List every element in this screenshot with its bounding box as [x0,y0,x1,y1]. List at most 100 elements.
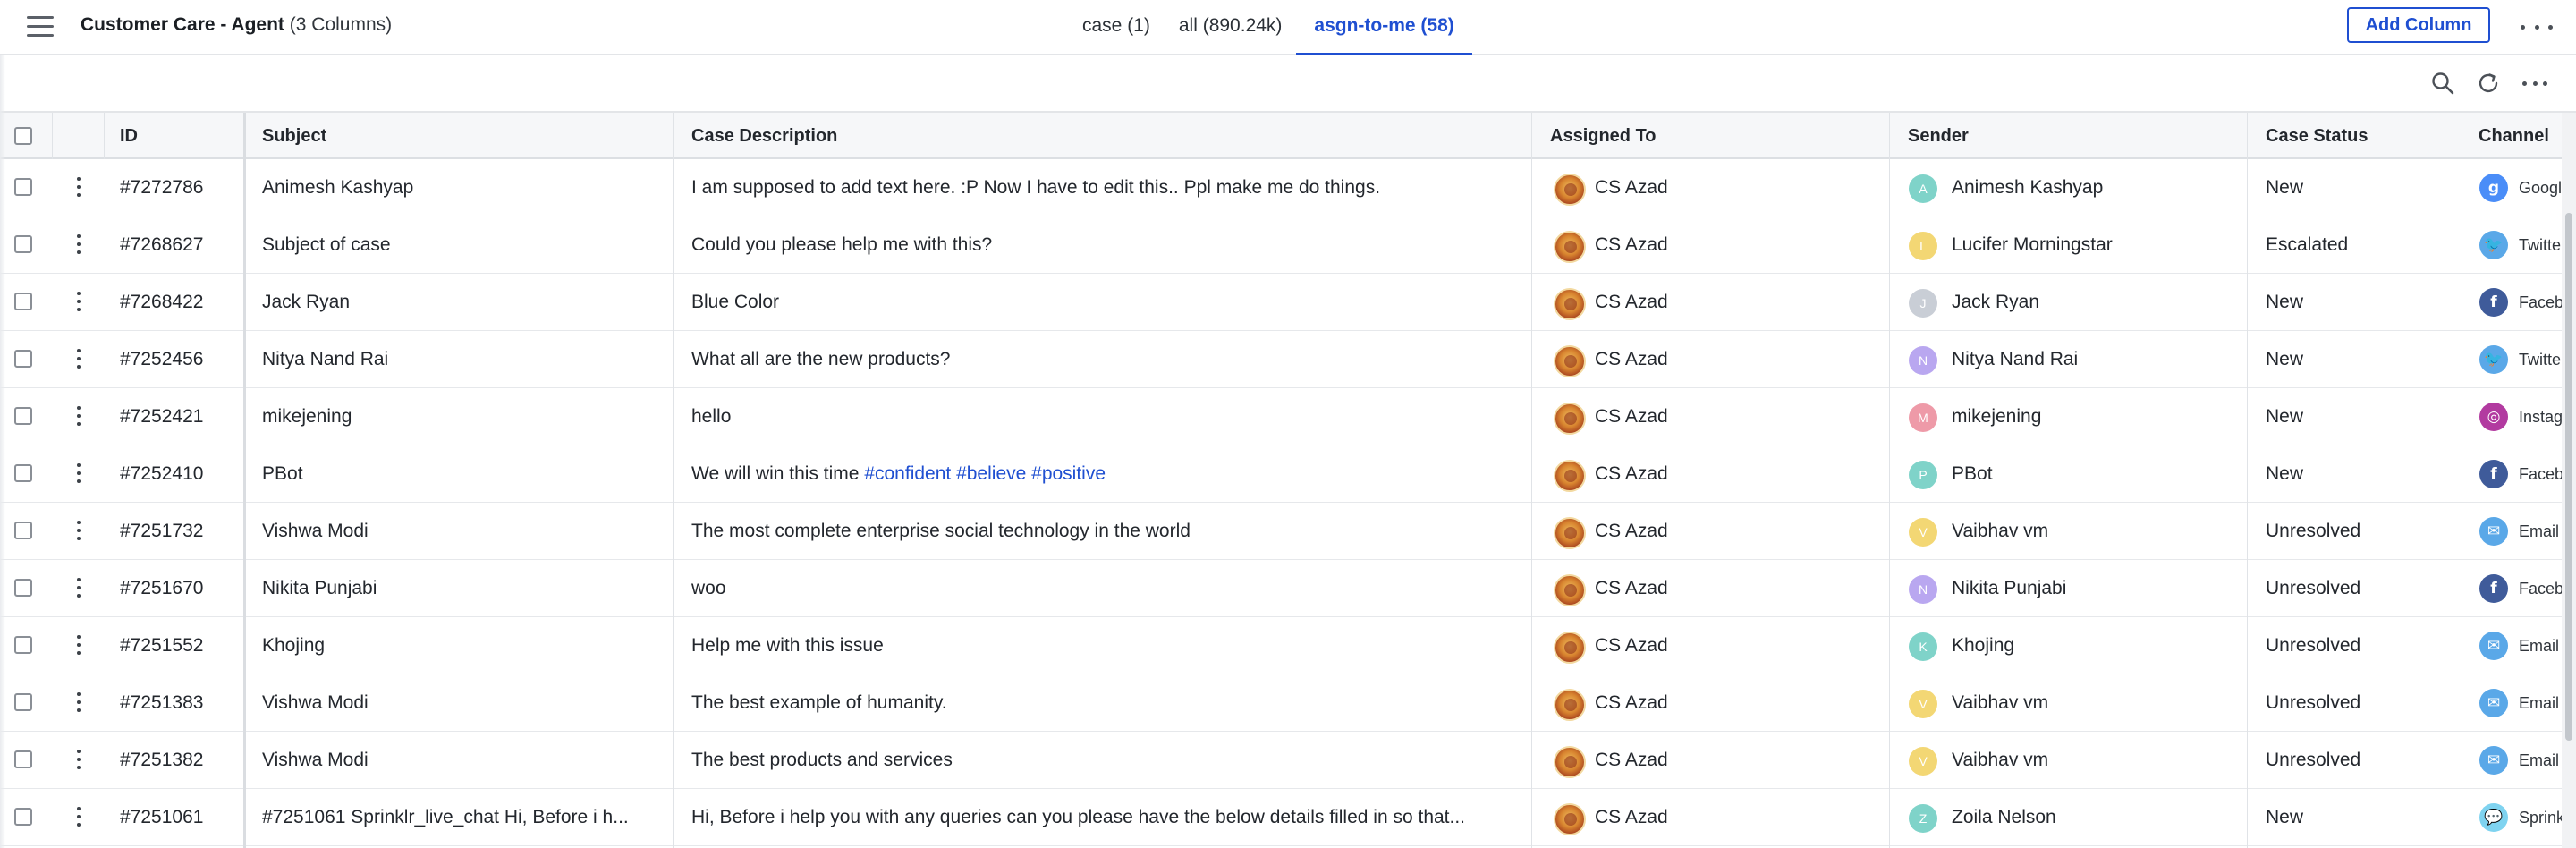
sender-name[interactable]: Vaibhav vm [1952,732,2238,789]
row-actions-icon[interactable] [75,234,82,258]
case-id[interactable]: #7251732 [120,503,236,560]
assigned-to[interactable]: CS Azad [1595,274,1881,331]
row-checkbox[interactable] [14,235,32,253]
row-checkbox[interactable] [14,693,32,711]
assigned-to[interactable]: CS Azad [1595,503,1881,560]
case-id[interactable]: #7268422 [120,274,236,331]
table-row[interactable]: #7251061 #7251061 Sprinklr_live_chat Hi, … [0,789,2576,846]
add-column-button[interactable]: Add Column [2347,7,2490,43]
sender-name[interactable]: Vaibhav vm [1952,674,2238,732]
tab-all[interactable]: all (890.24k) [1165,0,1297,55]
column-header-subject[interactable]: Subject [262,113,326,159]
case-description[interactable]: The best example of humanity. [691,674,1519,732]
row-checkbox[interactable] [14,636,32,654]
row-checkbox[interactable] [14,293,32,310]
case-description[interactable]: hello [691,388,1519,445]
case-subject[interactable]: Nikita Punjabi [262,560,665,617]
case-subject[interactable]: Jack Ryan [262,274,665,331]
case-subject[interactable]: Subject of case [262,216,665,274]
column-header-case-description[interactable]: Case Description [691,113,837,159]
sender-name[interactable]: Vaibhav vm [1952,503,2238,560]
case-subject[interactable]: Animesh Kashyap [262,159,665,216]
assigned-to[interactable]: CS Azad [1595,732,1881,789]
row-actions-icon[interactable] [75,578,82,601]
toolbar-more-icon[interactable] [2522,70,2547,97]
assigned-to[interactable]: CS Azad [1595,674,1881,732]
hamburger-menu-icon[interactable] [27,16,54,38]
table-row[interactable]: #7252456 Nitya Nand Rai What all are the n… [0,331,2576,388]
column-header-id[interactable]: ID [120,113,138,159]
sender-name[interactable]: Nikita Punjabi [1952,560,2238,617]
sender-name[interactable]: PBot [1952,445,2238,503]
case-id[interactable]: #7251670 [120,560,236,617]
case-id[interactable]: #7251382 [120,732,236,789]
table-row[interactable]: #7251670 Nikita Punjabi woo CS Azad N Nikita … [0,560,2576,617]
tab-asgn-to-me[interactable]: asgn-to-me (58) [1296,0,1472,55]
case-subject[interactable]: PBot [262,445,665,503]
refresh-icon[interactable] [2475,70,2502,97]
assigned-to[interactable]: CS Azad [1595,331,1881,388]
case-description[interactable]: We will win this time #confident #believ… [691,445,1519,503]
case-id[interactable]: #7252410 [120,445,236,503]
case-subject[interactable]: Vishwa Modi [262,674,665,732]
case-description[interactable]: I am supposed to add text here. :P Now I… [691,159,1519,216]
assigned-to[interactable]: CS Azad [1595,789,1881,846]
case-description[interactable]: The most complete enterprise social tech… [691,503,1519,560]
case-description[interactable]: Could you please help me with this? [691,216,1519,274]
sender-name[interactable]: Lucifer Morningstar [1952,216,2238,274]
sender-name[interactable]: Jack Ryan [1952,274,2238,331]
assigned-to[interactable]: CS Azad [1595,388,1881,445]
table-row[interactable]: #7268422 Jack Ryan Blue Color CS Azad J Jack … [0,274,2576,331]
table-row[interactable]: #7268627 Subject of case Could you please … [0,216,2576,274]
column-divider[interactable] [1889,113,1890,848]
case-subject[interactable]: Nitya Nand Rai [262,331,665,388]
table-row[interactable]: #7272786 Animesh Kashyap I am supposed to … [0,159,2576,216]
row-checkbox[interactable] [14,464,32,482]
column-header-sender[interactable]: Sender [1908,113,1969,159]
row-actions-icon[interactable] [75,807,82,830]
sender-name[interactable]: Animesh Kashyap [1952,159,2238,216]
frozen-column-divider[interactable] [243,113,246,848]
column-divider[interactable] [673,113,674,848]
case-subject[interactable]: #7251061 Sprinklr_live_chat Hi, Before i… [262,789,665,846]
table-row[interactable]: #7252421 mikejening hello CS Azad Mmikejenin… [0,388,2576,445]
case-description[interactable]: Help me with this issue [691,617,1519,674]
case-subject[interactable]: Vishwa Modi [262,503,665,560]
case-id[interactable]: #7272786 [120,159,236,216]
case-description[interactable]: Hi, Before i help you with any queries c… [691,789,1519,846]
column-divider[interactable] [1531,113,1532,848]
column-header-case-status[interactable]: Case Status [2266,113,2368,159]
sender-name[interactable]: Nitya Nand Rai [1952,331,2238,388]
table-row[interactable]: #7251383 Vishwa Modi The best example of h… [0,674,2576,732]
row-checkbox[interactable] [14,178,32,196]
assigned-to[interactable]: CS Azad [1595,216,1881,274]
table-row[interactable]: #7252410 PBot We will win this time #confi… [0,445,2576,503]
case-id[interactable]: #7268627 [120,216,236,274]
case-subject[interactable]: mikejening [262,388,665,445]
row-actions-icon[interactable] [75,692,82,716]
row-actions-icon[interactable] [75,635,82,658]
assigned-to[interactable]: CS Azad [1595,159,1881,216]
case-id[interactable]: #7251383 [120,674,236,732]
table-row[interactable]: #7251732 Vishwa Modi The most complete ent… [0,503,2576,560]
table-row[interactable]: #7251552 Khojing Help me with this issue CS… [0,617,2576,674]
row-checkbox[interactable] [14,750,32,768]
case-description-hashtags[interactable]: #confident #believe #positive [864,463,1106,484]
select-all-checkbox[interactable] [14,127,32,145]
tab-case[interactable]: case (1) [1068,0,1165,55]
row-checkbox[interactable] [14,350,32,368]
case-subject[interactable]: Vishwa Modi [262,732,665,789]
row-checkbox[interactable] [14,522,32,539]
assigned-to[interactable]: CS Azad [1595,560,1881,617]
case-id[interactable]: #7251061 [120,789,236,846]
row-checkbox[interactable] [14,407,32,425]
sender-name[interactable]: Zoila Nelson [1952,789,2238,846]
row-actions-icon[interactable] [75,463,82,487]
vertical-scrollbar[interactable] [2562,113,2576,848]
case-description[interactable]: The best products and services [691,732,1519,789]
row-actions-icon[interactable] [75,349,82,372]
more-options-icon[interactable] [2521,14,2553,39]
case-subject[interactable]: Khojing [262,617,665,674]
sender-name[interactable]: mikejening [1952,388,2238,445]
sender-name[interactable]: Khojing [1952,617,2238,674]
